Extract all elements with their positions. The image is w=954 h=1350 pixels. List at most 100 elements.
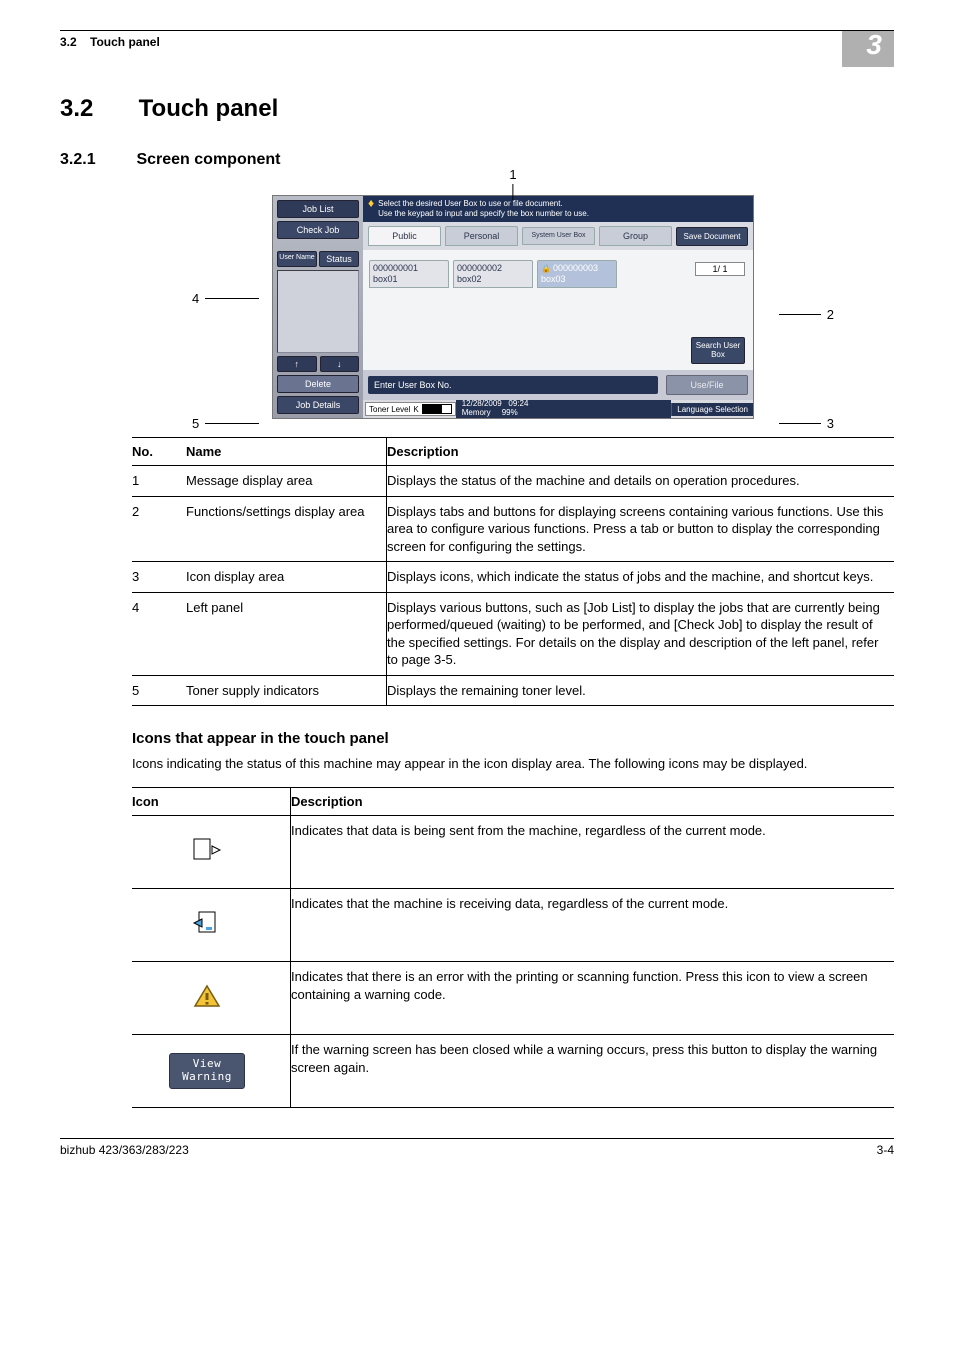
user-box-2[interactable]: 000000002 box02 [453,260,533,288]
th-no: No. [132,438,186,466]
screen-figure: 1 4 5 2 3 Job List Check Job [132,189,894,419]
cell-desc: Displays various buttons, such as [Job L… [387,592,895,675]
th-desc: Description [291,788,895,816]
search-user-box-button[interactable]: Search User Box [691,337,745,364]
toner-k: K [413,405,418,414]
table-row: Indicates that data is being sent from t… [132,816,894,889]
footer-model: bizhub 423/363/283/223 [60,1143,189,1157]
status-memory-label: Memory [462,408,491,417]
cell-name: Left panel [186,592,387,675]
cell-no: 2 [132,496,186,562]
status-date: 12/28/2009 [462,399,502,408]
page-indicator: 1/ 1 [695,262,745,276]
tabs-row: Public Personal System User Box Group Sa… [363,222,753,250]
enter-box-no-field[interactable]: Enter User Box No. [368,376,658,394]
th-desc: Description [387,438,895,466]
touch-panel-screenshot: Job List Check Job User Name Status ↑ ↓ … [272,195,754,419]
cell-no: 1 [132,466,186,497]
cell-desc: Indicates that data is being sent from t… [291,816,895,889]
th-icon: Icon [132,788,291,816]
header-section-title: Touch panel [90,35,160,49]
job-list-button[interactable]: Job List [277,200,359,218]
delete-button[interactable]: Delete [277,375,359,393]
header-section-no: 3.2 [60,35,77,49]
lock-icon: 🔒 [541,264,551,274]
cell-name: Toner supply indicators [186,675,387,706]
subsection-heading: 3.2.1 Screen component [60,151,894,169]
section-title: Touch panel [139,95,279,122]
chapter-badge: 3 [842,31,894,67]
scroll-up-button[interactable]: ↑ [277,356,317,372]
screen-component-table: No. Name Description 1 Message display a… [132,437,894,706]
scroll-down-button[interactable]: ↓ [320,356,360,372]
language-selection-button[interactable]: Language Selection [671,403,753,416]
page-footer: bizhub 423/363/283/223 3-4 [60,1138,894,1157]
cell-no: 4 [132,592,186,675]
callout-3: 3 [827,416,834,431]
callout-5: 5 [192,416,199,431]
functions-settings-area: 000000001 box01 000000002 box02 🔒 000000… [363,250,753,370]
use-file-button[interactable]: Use/File [666,375,748,395]
box3-name: box03 [541,274,613,285]
col-user-name: User Name [277,251,317,267]
box2-name: box02 [457,274,529,285]
section-number: 3.2 [60,95,132,123]
left-panel: Job List Check Job User Name Status ↑ ↓ … [273,196,363,418]
tab-personal[interactable]: Personal [445,226,518,246]
check-job-button[interactable]: Check Job [277,221,359,239]
icon-display-area: Toner Level K 12/28/2009 09:24 Memory 99… [363,400,753,418]
tab-public[interactable]: Public [368,226,441,246]
message-display-area: ♦ Select the desired User Box to use or … [363,196,753,222]
toner-label: Toner Level [369,405,410,414]
view-warning-label: View Warning [182,1057,232,1083]
status-time: 09:24 [508,399,528,408]
callout-2: 2 [827,307,834,322]
toner-bar-icon [422,404,452,414]
tab-group[interactable]: Group [599,226,672,246]
box1-no: 000000001 [373,263,445,274]
status-memory-pct: 99% [502,408,518,417]
icons-heading: Icons that appear in the touch panel [132,730,894,747]
message-line-1: Select the desired User Box to use or fi… [378,199,589,209]
cell-desc: Displays the status of the machine and d… [387,466,895,497]
box3-no: 000000003 [553,263,598,274]
subsection-number: 3.2.1 [60,151,132,169]
icons-table: Icon Description Indicates that data is … [132,787,894,1108]
cell-no: 5 [132,675,186,706]
table-row: 3 Icon display area Displays icons, whic… [132,562,894,593]
view-warning-button[interactable]: View Warning [169,1053,245,1088]
col-status: Status [319,251,359,267]
tab-system-user-box[interactable]: System User Box [522,227,595,245]
job-details-button[interactable]: Job Details [277,396,359,414]
data-out-icon [192,837,222,863]
cell-name: Icon display area [186,562,387,593]
subsection-title: Screen component [136,151,280,168]
table-row: 4 Left panel Displays various buttons, s… [132,592,894,675]
cell-desc: Displays tabs and buttons for displaying… [387,496,895,562]
running-header: 3.2 Touch panel 3 [60,35,894,67]
info-icon: ♦ [368,199,374,207]
warning-icon[interactable] [192,983,222,1009]
cell-desc: Displays the remaining toner level. [387,675,895,706]
job-list-header: User Name Status [277,251,359,267]
table-row: Indicates that there is an error with th… [132,962,894,1035]
cell-desc: If the warning screen has been closed wh… [291,1035,895,1108]
cell-desc: Displays icons, which indicate the statu… [387,562,895,593]
cell-name: Functions/settings display area [186,496,387,562]
table-row: View Warning If the warning screen has b… [132,1035,894,1108]
user-box-3[interactable]: 🔒 000000003 box03 [537,260,617,288]
box2-no: 000000002 [457,263,529,274]
table-row: Indicates that the machine is receiving … [132,889,894,962]
cell-no: 3 [132,562,186,593]
box1-name: box01 [373,274,445,285]
table-row: 1 Message display area Displays the stat… [132,466,894,497]
th-name: Name [186,438,387,466]
user-box-1[interactable]: 000000001 box01 [369,260,449,288]
table-row: 5 Toner supply indicators Displays the r… [132,675,894,706]
cell-desc: Indicates that the machine is receiving … [291,889,895,962]
save-document-button[interactable]: Save Document [676,227,748,246]
callout-1: 1 [509,167,516,182]
table-row: 2 Functions/settings display area Displa… [132,496,894,562]
cell-desc: Indicates that there is an error with th… [291,962,895,1035]
toner-supply-indicator: Toner Level K [365,402,456,416]
